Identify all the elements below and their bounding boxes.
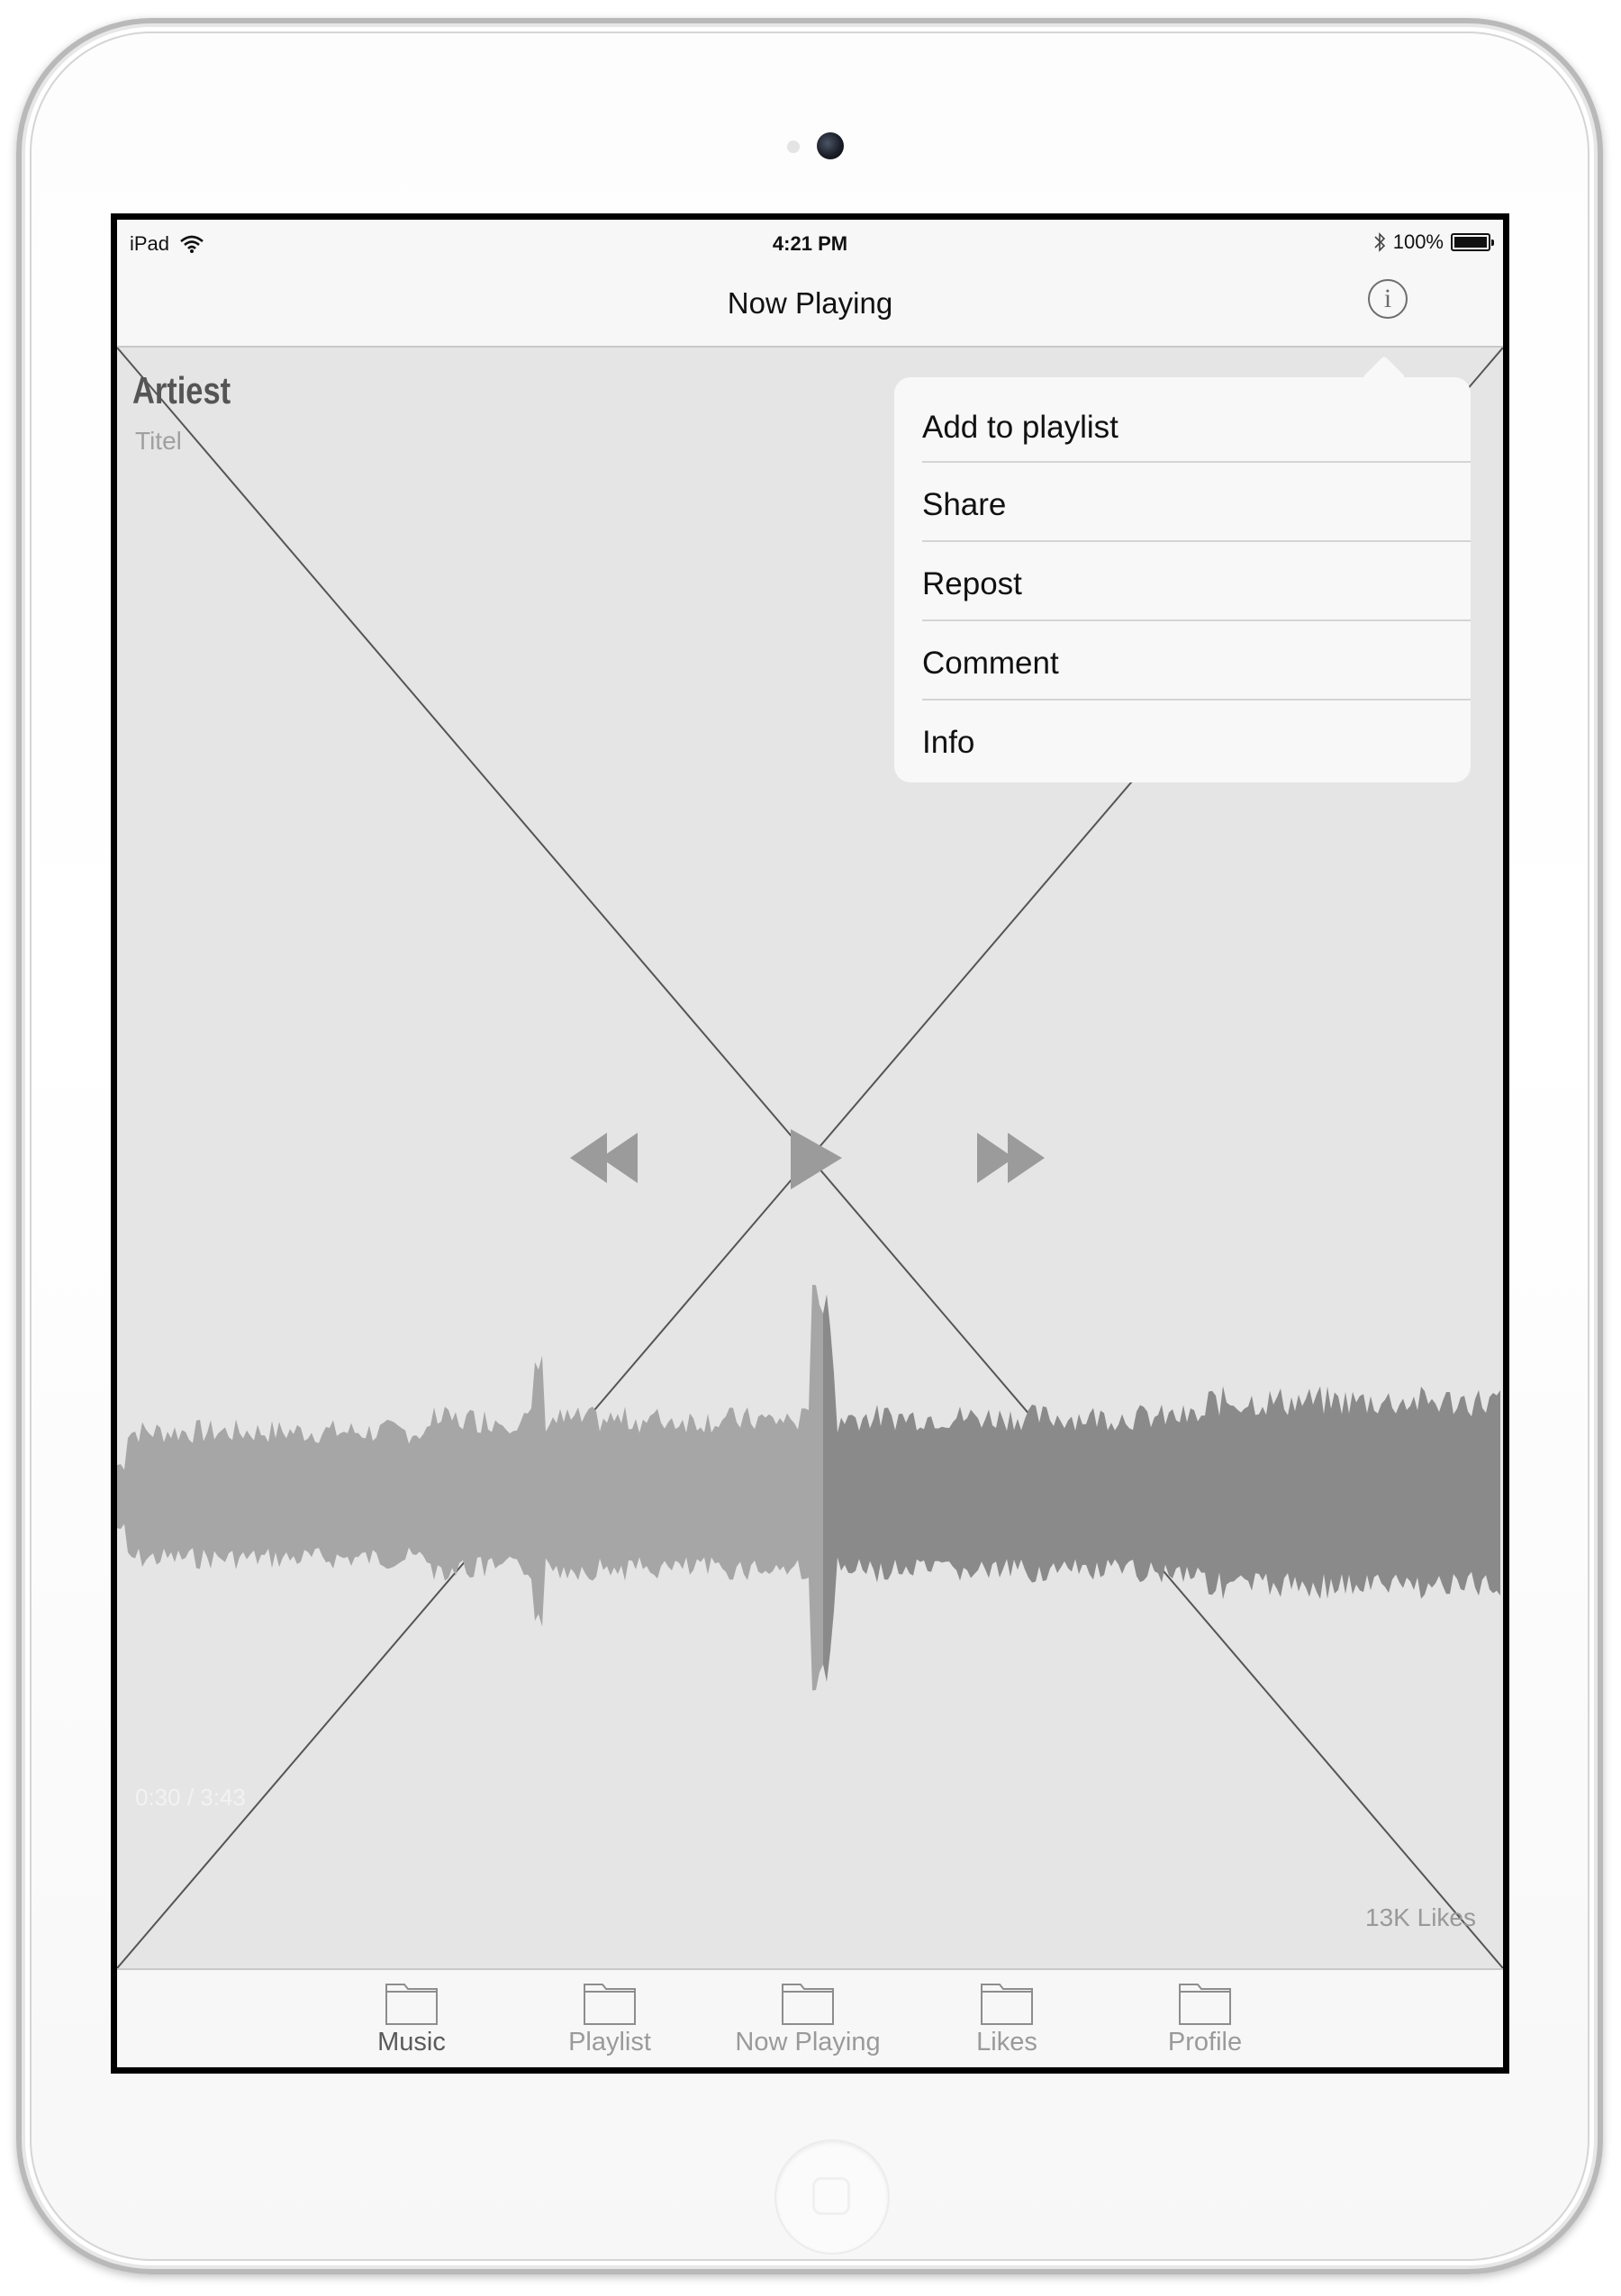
tab-label: Profile	[1167, 2028, 1243, 2056]
tab-music[interactable]: Music	[321, 1981, 502, 2067]
navigation-bar: Now Playing i	[117, 265, 1503, 348]
tab-label: Music	[377, 2028, 446, 2056]
battery-percentage: 100%	[1392, 231, 1444, 253]
folder-icon	[584, 1984, 636, 2025]
status-bar-right: 100%	[1373, 231, 1494, 254]
menu-item-add-to-playlist[interactable]: Add to playlist	[894, 377, 1471, 463]
tab-label: Likes	[976, 2028, 1037, 2056]
tab-label: Playlist	[568, 2028, 651, 2056]
tab-bar: Music Playlist Now Playing Likes Profile	[117, 1968, 1503, 2067]
tab-likes[interactable]: Likes	[917, 1981, 1097, 2067]
menu-item-repost[interactable]: Repost	[894, 542, 1471, 621]
front-sensor	[787, 140, 800, 153]
play-icon[interactable]	[791, 1129, 842, 1189]
folder-icon	[981, 1984, 1033, 2025]
home-button[interactable]	[776, 2141, 888, 2253]
status-bar: iPad 4:21 PM 100%	[117, 220, 1503, 265]
actions-popover: Add to playlist Share Repost Comment Inf…	[894, 377, 1471, 782]
status-time: 4:21 PM	[772, 232, 848, 255]
screen: iPad 4:21 PM 100% Now Playing i Artiest …	[111, 213, 1509, 2074]
page-title: Now Playing	[727, 286, 893, 320]
screen-content: iPad 4:21 PM 100% Now Playing i Artiest …	[117, 220, 1503, 2067]
info-icon[interactable]: i	[1368, 279, 1408, 319]
tab-playlist[interactable]: Playlist	[520, 1981, 700, 2067]
folder-icon	[385, 1984, 438, 2025]
home-button-square-icon	[812, 2177, 850, 2215]
rewind-icon[interactable]	[570, 1133, 638, 1183]
folder-icon	[782, 1984, 834, 2025]
tab-profile[interactable]: Profile	[1115, 1981, 1295, 2067]
fast-forward-icon[interactable]	[977, 1133, 1045, 1183]
playback-time: 0:30 / 3:43	[135, 1784, 246, 1811]
folder-icon	[1179, 1984, 1231, 2025]
tab-now-playing[interactable]: Now Playing	[718, 1981, 898, 2067]
tab-label: Now Playing	[735, 2028, 881, 2056]
menu-item-info[interactable]: Info	[894, 701, 1471, 780]
bluetooth-icon	[1374, 232, 1385, 252]
menu-item-comment[interactable]: Comment	[894, 621, 1471, 701]
battery-icon	[1451, 233, 1494, 251]
front-camera	[817, 132, 844, 159]
menu-item-share[interactable]: Share	[894, 463, 1471, 542]
likes-count: 13K Likes	[1365, 1903, 1476, 1931]
